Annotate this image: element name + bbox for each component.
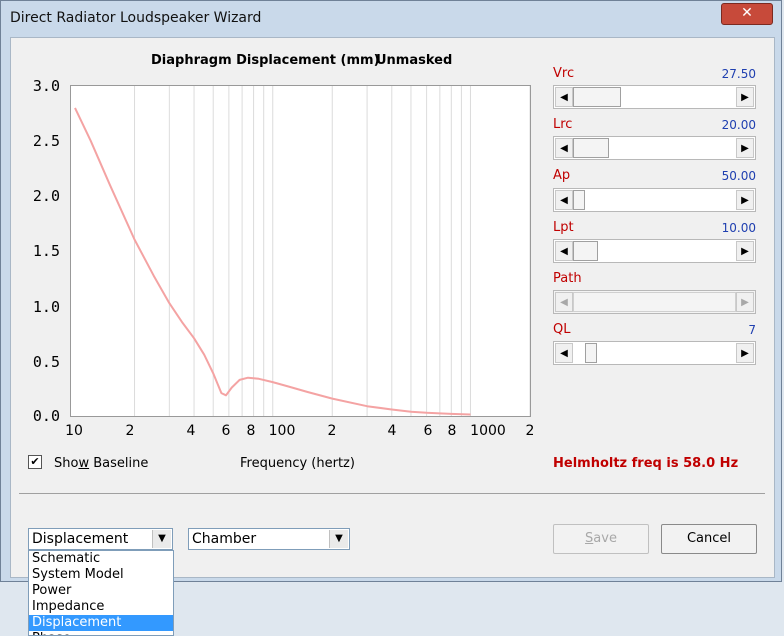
slider-value-lrc: 20.00 bbox=[721, 118, 756, 132]
scroll-left-button[interactable]: ◀ bbox=[555, 190, 573, 210]
scroll-left-button[interactable]: ◀ bbox=[555, 138, 573, 158]
slider-value-ql: 7 bbox=[748, 323, 756, 337]
arrow-right-icon: ▶ bbox=[741, 195, 749, 206]
slider-thumb bbox=[573, 292, 736, 312]
slider-label-vrc: Vrc bbox=[553, 66, 575, 81]
x-tick-label: 8 bbox=[447, 423, 457, 439]
scroll-left-button: ◀ bbox=[555, 292, 573, 312]
slider-vrc[interactable]: ◀ ▶ bbox=[553, 85, 756, 109]
x-axis-label: Frequency (hertz) bbox=[240, 456, 355, 471]
view-combo-value: Displacement bbox=[32, 531, 129, 547]
slider-thumb[interactable] bbox=[573, 241, 598, 261]
y-tick-label: 2.0 bbox=[32, 187, 60, 205]
arrow-left-icon: ◀ bbox=[560, 143, 568, 154]
x-tick-label: 6 bbox=[423, 423, 433, 439]
scroll-left-button[interactable]: ◀ bbox=[555, 241, 573, 261]
slider-label-lpt: Lpt bbox=[553, 220, 574, 235]
x-tick-label: 6 bbox=[221, 423, 231, 439]
dropdown-option[interactable]: Phase bbox=[29, 631, 173, 635]
close-button[interactable]: ✕ bbox=[721, 3, 773, 25]
x-tick-label: 4 bbox=[186, 423, 196, 439]
dropdown-option[interactable]: Displacement bbox=[29, 615, 173, 631]
x-tick-label: 2 bbox=[525, 423, 535, 439]
view-dropdown-list: Schematic System Model Power Impedance Displ… bbox=[28, 550, 174, 636]
slider-label-path: Path bbox=[553, 271, 582, 286]
slider-label-lrc: Lrc bbox=[553, 117, 573, 132]
dropdown-option[interactable]: System Model bbox=[29, 567, 173, 583]
slider-path: ◀ ▶ bbox=[553, 290, 756, 314]
x-tick-label: 10 bbox=[65, 423, 83, 439]
arrow-right-icon: ▶ bbox=[741, 92, 749, 103]
arrow-left-icon: ◀ bbox=[560, 92, 568, 103]
dropdown-option[interactable]: Power bbox=[29, 583, 173, 599]
slider-label-ql: QL bbox=[553, 322, 571, 337]
separator bbox=[19, 493, 765, 494]
x-tick-label: 1000 bbox=[470, 423, 506, 439]
show-baseline-checkbox[interactable]: ✔ bbox=[28, 455, 42, 469]
slider-value-vrc: 27.50 bbox=[721, 67, 756, 81]
arrow-left-icon: ◀ bbox=[560, 297, 568, 308]
mnemonic-letter: w bbox=[78, 456, 90, 471]
slider-label-ap: Ap bbox=[553, 168, 571, 183]
arrow-right-icon: ▶ bbox=[741, 297, 749, 308]
plot-area bbox=[70, 85, 531, 417]
y-tick-label: 3.0 bbox=[32, 77, 60, 95]
scroll-right-button: ▶ bbox=[736, 292, 754, 312]
save-label: ave bbox=[593, 531, 617, 546]
slider-ap[interactable]: ◀ ▶ bbox=[553, 188, 756, 212]
x-tick-label: 2 bbox=[125, 423, 135, 439]
helmholtz-readout: Helmholtz freq is 58.0 Hz bbox=[553, 456, 739, 471]
save-button: Save bbox=[553, 524, 649, 554]
enclosure-combo-value: Chamber bbox=[192, 531, 257, 547]
chevron-down-icon[interactable]: ▼ bbox=[152, 530, 171, 548]
arrow-left-icon: ◀ bbox=[560, 195, 568, 206]
slider-value-ap: 50.00 bbox=[721, 169, 756, 183]
label-text: Sho bbox=[54, 456, 79, 471]
slider-lrc[interactable]: ◀ ▶ bbox=[553, 136, 756, 160]
close-icon: ✕ bbox=[741, 5, 753, 21]
y-tick-label: 0.0 bbox=[32, 407, 60, 425]
show-baseline-label[interactable]: Show Baseline bbox=[54, 456, 148, 471]
slider-ql[interactable]: ◀ ▶ bbox=[553, 341, 756, 365]
x-tick-label: 100 bbox=[268, 423, 296, 439]
label-text: Baseline bbox=[89, 456, 149, 471]
view-combo[interactable]: Displacement ▼ bbox=[28, 528, 173, 550]
dropdown-option[interactable]: Schematic bbox=[29, 551, 173, 567]
scroll-right-button[interactable]: ▶ bbox=[736, 241, 754, 261]
scroll-left-button[interactable]: ◀ bbox=[555, 87, 573, 107]
checkmark-icon: ✔ bbox=[30, 455, 40, 468]
scroll-left-button[interactable]: ◀ bbox=[555, 343, 573, 363]
scroll-right-button[interactable]: ▶ bbox=[736, 87, 754, 107]
arrow-right-icon: ▶ bbox=[741, 348, 749, 359]
cancel-button[interactable]: Cancel bbox=[661, 524, 757, 554]
slider-value-lpt: 10.00 bbox=[721, 221, 756, 235]
y-tick-label: 1.5 bbox=[32, 242, 60, 260]
y-tick-label: 0.5 bbox=[32, 353, 60, 371]
dropdown-option[interactable]: Impedance bbox=[29, 599, 173, 615]
arrow-right-icon: ▶ bbox=[741, 246, 749, 257]
slider-lpt[interactable]: ◀ ▶ bbox=[553, 239, 756, 263]
mask-status: Unmasked bbox=[376, 53, 453, 68]
slider-thumb[interactable] bbox=[585, 343, 597, 363]
displacement-chart bbox=[74, 86, 531, 416]
chart-title: Diaphragm Displacement (mm) bbox=[151, 53, 380, 68]
scroll-right-button[interactable]: ▶ bbox=[736, 138, 754, 158]
arrow-left-icon: ◀ bbox=[560, 246, 568, 257]
slider-thumb[interactable] bbox=[573, 87, 621, 107]
scroll-right-button[interactable]: ▶ bbox=[736, 343, 754, 363]
scroll-right-button[interactable]: ▶ bbox=[736, 190, 754, 210]
x-tick-label: 2 bbox=[327, 423, 337, 439]
slider-thumb[interactable] bbox=[573, 138, 609, 158]
enclosure-combo[interactable]: Chamber ▼ bbox=[188, 528, 350, 550]
arrow-left-icon: ◀ bbox=[560, 348, 568, 359]
window-title: Direct Radiator Loudspeaker Wizard bbox=[10, 10, 262, 26]
arrow-right-icon: ▶ bbox=[741, 143, 749, 154]
slider-thumb[interactable] bbox=[573, 190, 585, 210]
x-tick-label: 8 bbox=[246, 423, 256, 439]
title-bar[interactable]: Direct Radiator Loudspeaker Wizard ✕ bbox=[1, 1, 781, 37]
chevron-down-icon[interactable]: ▼ bbox=[329, 530, 348, 548]
x-tick-label: 4 bbox=[387, 423, 397, 439]
y-tick-label: 2.5 bbox=[32, 132, 60, 150]
y-tick-label: 1.0 bbox=[32, 298, 60, 316]
